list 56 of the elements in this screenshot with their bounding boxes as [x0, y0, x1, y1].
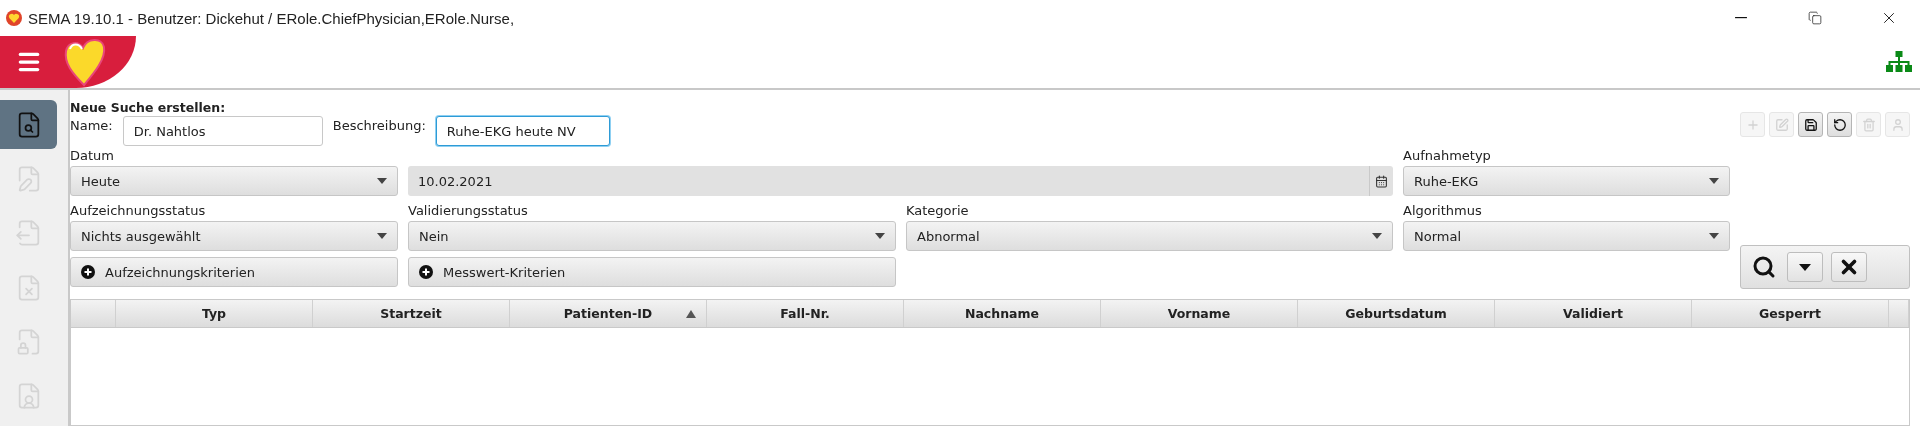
dropdown-button[interactable]	[1787, 252, 1823, 282]
caret-icon	[377, 233, 387, 239]
plus-circle-icon	[419, 265, 433, 279]
caret-icon	[1799, 263, 1811, 271]
column-header[interactable]: Validiert	[1495, 300, 1692, 327]
date-field[interactable]: 10.02.2021	[408, 166, 1393, 196]
calendar-icon	[1375, 174, 1388, 188]
column-header[interactable]: Patienten-ID	[510, 300, 707, 327]
dropdown[interactable]: Nein	[408, 221, 896, 251]
field-label: Aufzeichnungsstatus	[70, 202, 207, 219]
column-header[interactable]: Geburtsdatum	[1298, 300, 1495, 327]
user-icon	[1890, 117, 1905, 132]
app-logo-icon	[6, 10, 22, 26]
field-label: Name:	[70, 117, 113, 133]
column-header[interactable]: Gesperrt	[1692, 300, 1889, 327]
edit-icon	[1774, 117, 1789, 132]
field-label: Algorithmus	[1403, 202, 1483, 219]
field-label: Datum	[70, 147, 115, 164]
column-header[interactable]: Nachname	[904, 300, 1101, 327]
plus-icon	[1745, 117, 1760, 132]
column-header[interactable]: Vorname	[1101, 300, 1298, 327]
description-field[interactable]: Ruhe-EKG heute NV	[435, 116, 610, 146]
restore-icon	[1808, 11, 1822, 25]
column-header[interactable]: Startzeit	[313, 300, 510, 327]
search-icon	[1752, 255, 1776, 279]
dropdown[interactable]: Heute	[70, 166, 398, 196]
criteria-button[interactable]: Messwert-Kriterien	[408, 257, 896, 287]
field-label: Validierungsstatus	[408, 202, 529, 219]
save-icon	[1803, 117, 1818, 132]
dropdown[interactable]: Ruhe-EKG	[1403, 166, 1730, 196]
criteria-button[interactable]: Aufzeichnungskriterien	[70, 257, 398, 287]
caret-icon	[875, 233, 885, 239]
name-field[interactable]: Dr. Nahtlos	[122, 116, 323, 146]
undo-button[interactable]	[1827, 112, 1852, 137]
clear-button[interactable]	[1831, 252, 1867, 282]
undo-icon	[1832, 117, 1847, 132]
plus-circle-icon	[81, 265, 95, 279]
column-header[interactable]: Typ	[116, 300, 313, 327]
caret-icon	[1709, 178, 1719, 184]
form-heading: Neue Suche erstellen:	[70, 100, 227, 115]
caret-icon	[1709, 233, 1719, 239]
caret-icon	[377, 178, 387, 184]
save-button[interactable]	[1798, 112, 1823, 137]
trash-icon	[1861, 117, 1876, 132]
minimize-icon	[1735, 17, 1747, 19]
hierarchy-icon[interactable]	[1886, 51, 1912, 73]
field-label: Beschreibung:	[332, 117, 426, 133]
column-header[interactable]: Fall-Nr.	[707, 300, 904, 327]
dropdown[interactable]: Normal	[1403, 221, 1730, 251]
sidebar-item[interactable]	[0, 100, 57, 150]
field-label: Kategorie	[906, 202, 970, 219]
window-title: SEMA 19.10.1 - Benutzer: Dickehut / ERole.ChiefPhysician,ERole.Nurse,	[28, 9, 516, 27]
dropdown[interactable]: Nichts ausgewählt	[70, 221, 398, 251]
dropdown[interactable]: Abnormal	[906, 221, 1393, 251]
caret-icon	[1372, 233, 1382, 239]
field-label: Aufnahmetyp	[1403, 147, 1492, 164]
